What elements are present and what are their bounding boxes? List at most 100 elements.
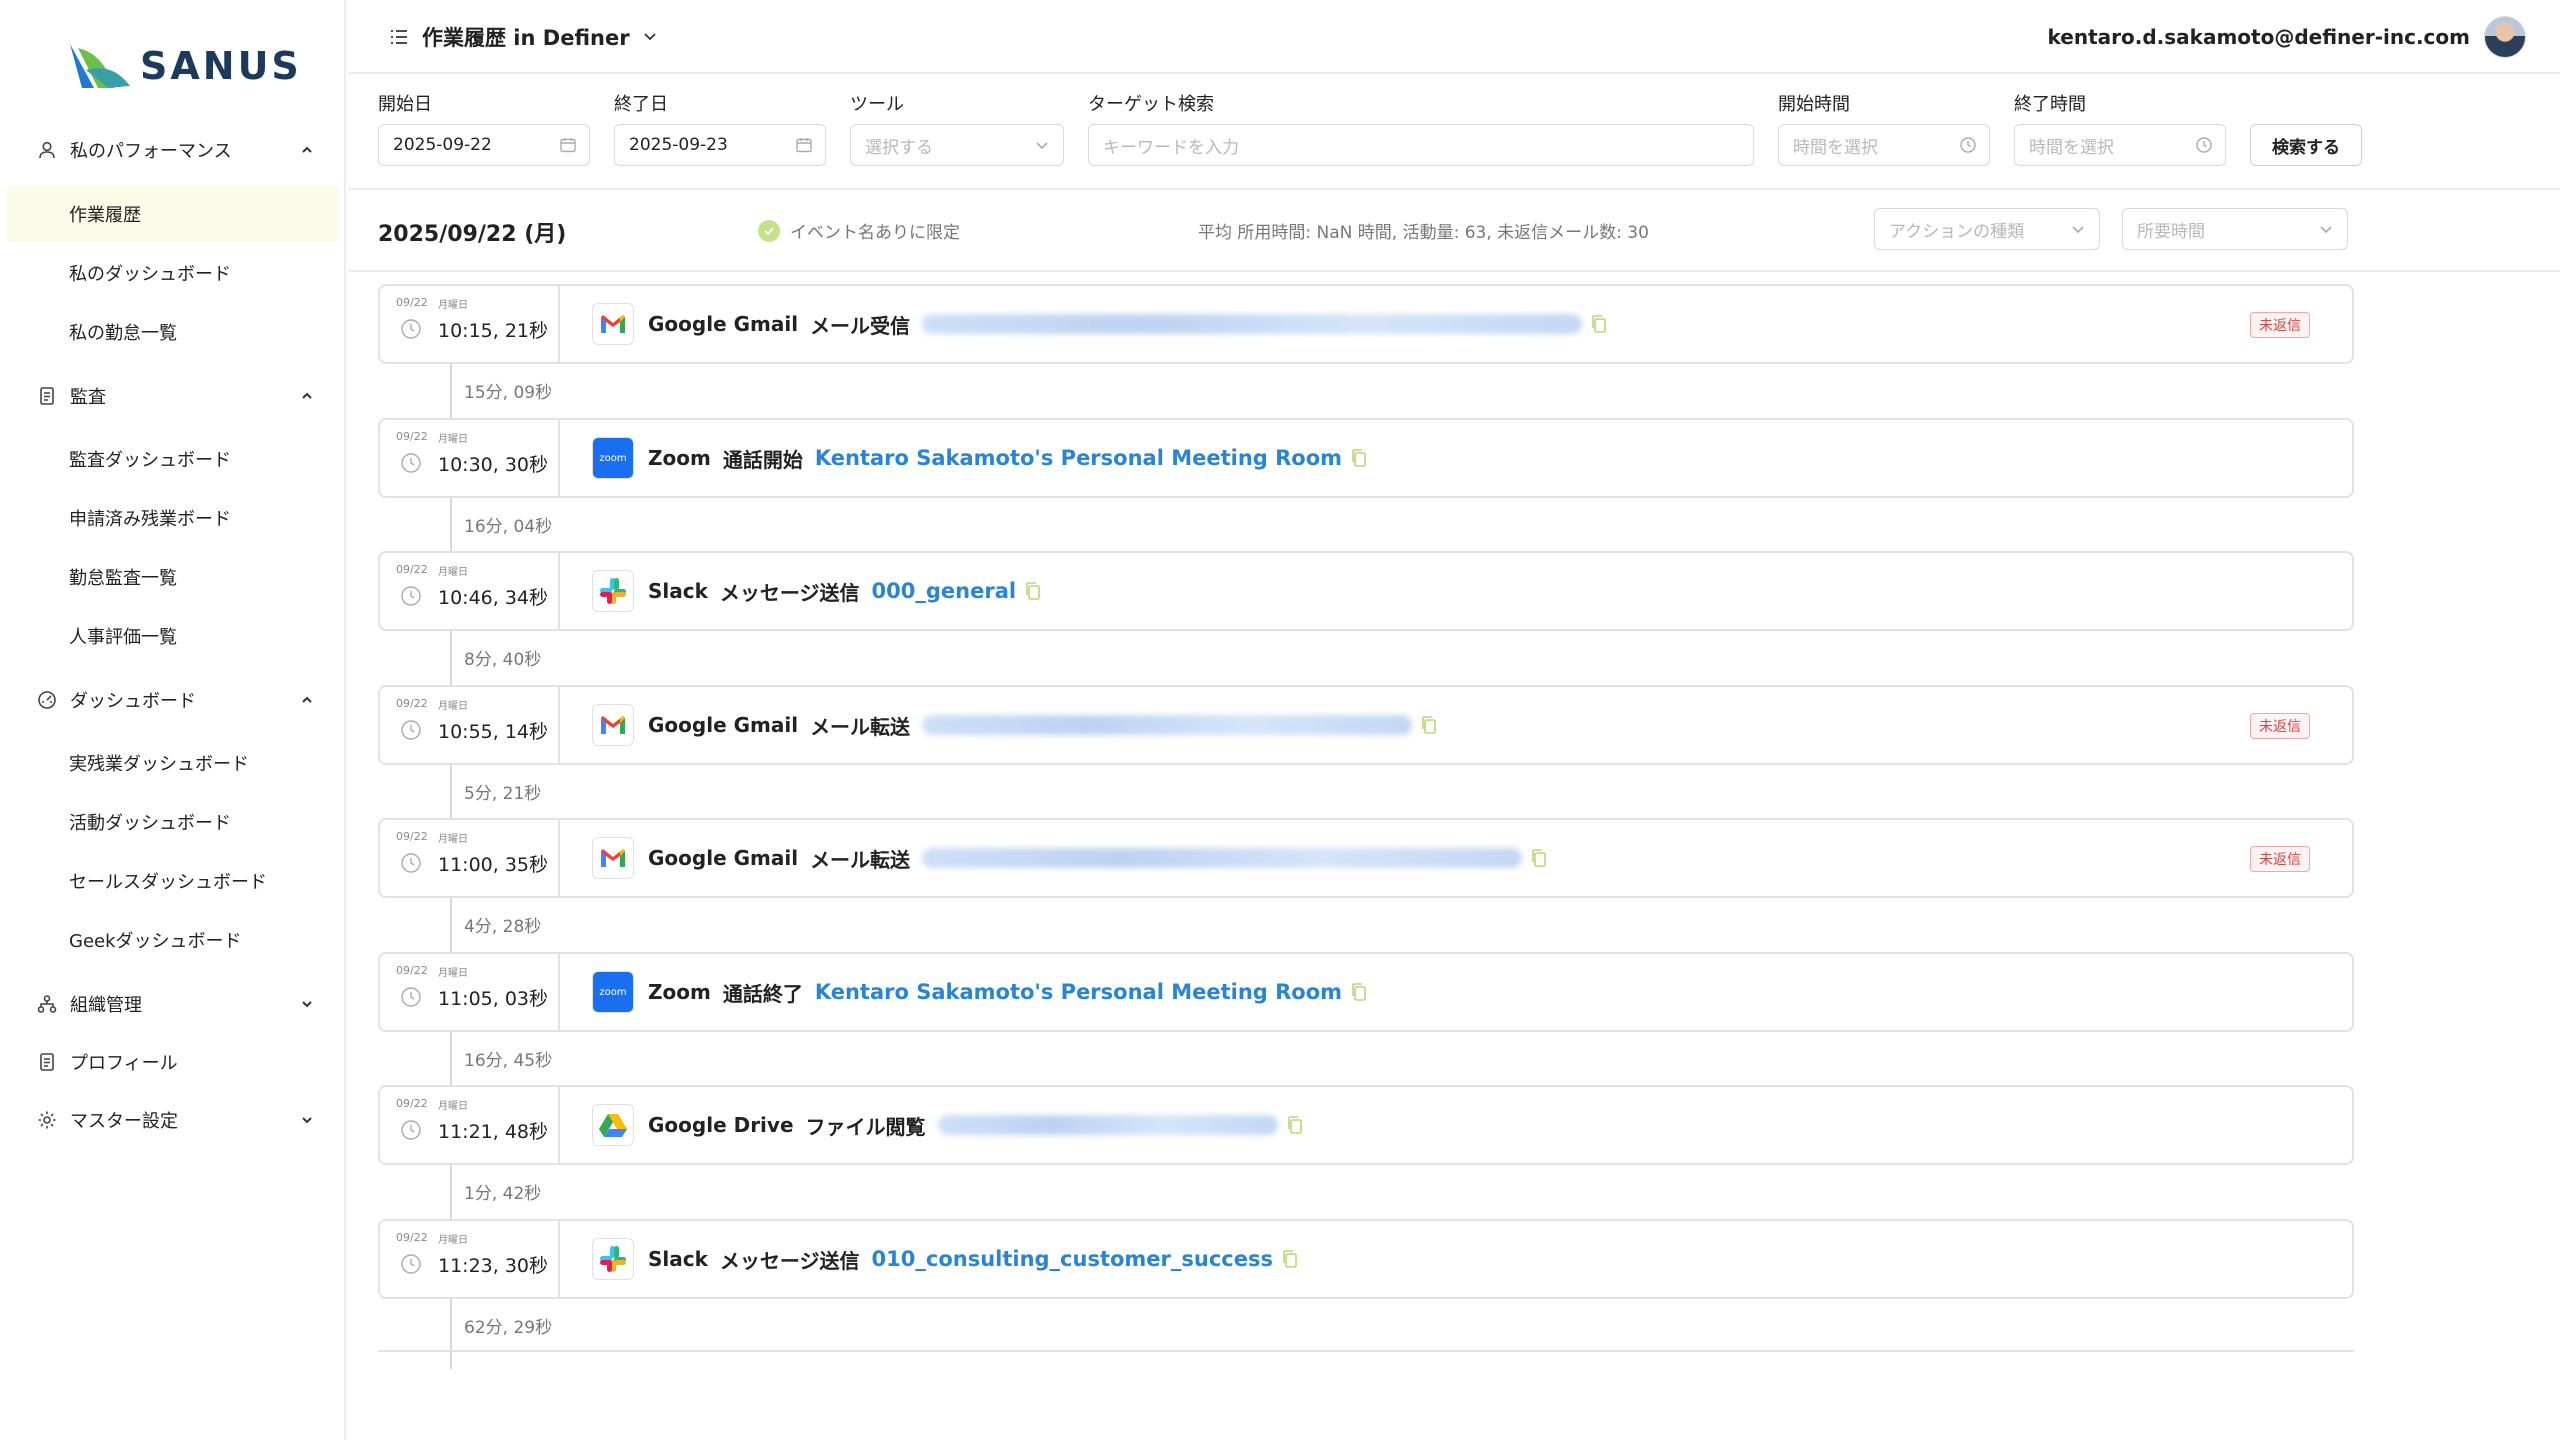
status-badge: 未返信 [2250, 846, 2310, 872]
event-row[interactable]: 09/22 月曜日 11:23, 30秒 Slack メッセージ送信 010_consul… [378, 1219, 2354, 1299]
sidebar-item-activity-dashboard[interactable]: 活動ダッシュボード [6, 794, 340, 850]
copy-icon[interactable] [1590, 314, 1608, 334]
clock-icon [401, 987, 421, 1007]
event-target-redacted[interactable] [922, 848, 1523, 868]
event-time-cell: 09/22 月曜日 10:46, 34秒 [380, 553, 560, 629]
duration-select[interactable]: 所要時間 [2122, 208, 2348, 250]
nav-section-dashboard[interactable]: ダッシュボード [0, 680, 346, 720]
sidebar-item-label: セールスダッシュボード [69, 872, 267, 893]
zoom-icon: zoom [592, 437, 634, 479]
limit-named-events-toggle[interactable]: イベント名ありに限定 [758, 218, 960, 243]
sidebar-item-sales-dashboard[interactable]: セールスダッシュボード [6, 853, 340, 909]
sidebar-item-label: 実残業ダッシュボード [69, 754, 249, 775]
event-row[interactable]: 09/22 月曜日 10:15, 21秒 Google Gmail メール受信 未返信 [378, 284, 2354, 364]
copy-icon[interactable] [1281, 1249, 1299, 1269]
end-time-input[interactable]: 時間を選択 [2014, 124, 2226, 166]
event-target-redacted[interactable] [937, 1115, 1278, 1135]
event-date: 09/22 [396, 430, 428, 443]
target-search-input[interactable]: キーワードを入力 [1088, 124, 1754, 166]
event-row[interactable]: 09/22 月曜日 11:21, 48秒 Google Drive ファイル閲覧 [378, 1085, 2354, 1165]
avatar[interactable] [2484, 16, 2526, 58]
event-time: 11:23, 30秒 [438, 1255, 549, 1277]
workspace-switcher[interactable]: 作業履歴 in Definer [388, 22, 660, 52]
event-row[interactable]: 09/22 月曜日 10:46, 34秒 Slack メッセージ送信 000_genera… [378, 551, 2354, 631]
sidebar-item-attendance-audit[interactable]: 勤怠監査一覧 [6, 549, 340, 605]
top-header: 作業履歴 in Definer kentaro.d.sakamoto@defin… [348, 0, 2560, 74]
event-target-redacted[interactable] [922, 715, 1413, 735]
end-date-input[interactable]: 2025-09-23 [614, 124, 826, 166]
event-target-redacted[interactable] [922, 314, 1583, 334]
chevron-up-icon [302, 392, 312, 399]
start-time-input[interactable]: 時間を選択 [1778, 124, 1990, 166]
copy-icon[interactable] [1420, 715, 1438, 735]
event-action: メール受信 [810, 313, 911, 338]
event-target-link[interactable]: 000_general [872, 579, 1017, 603]
nav-section-label: プロフィール [70, 1053, 178, 1074]
copy-icon[interactable] [1350, 982, 1368, 1002]
event-row[interactable]: 09/22 月曜日 10:55, 14秒 Google Gmail メール転送 未返信 [378, 685, 2354, 765]
sidebar-item-work-history[interactable]: 作業履歴 [6, 186, 340, 242]
event-app-name: Google Gmail [648, 846, 799, 870]
sanus-logo[interactable]: SANUS [68, 38, 302, 94]
action-type-select[interactable]: アクションの種類 [1874, 208, 2100, 250]
sidebar-item-my-attendance[interactable]: 私の勤怠一覧 [6, 304, 340, 360]
event-time: 10:55, 14秒 [438, 721, 549, 743]
event-gap-duration: 1分, 42秒 [464, 1184, 542, 1204]
gmail-icon [592, 704, 634, 746]
sidebar-item-geek-dashboard[interactable]: Geekダッシュボード [6, 912, 340, 968]
event-weekday: 月曜日 [438, 434, 468, 445]
event-body: Google Gmail メール転送 [592, 704, 1438, 746]
copy-icon[interactable] [1530, 848, 1548, 868]
chevron-down-icon [302, 1117, 312, 1124]
nav-section-master-settings[interactable]: マスター設定 [0, 1100, 346, 1140]
clock-icon [401, 453, 421, 473]
calendar-icon [796, 138, 812, 153]
sidebar-item-hr-evaluation[interactable]: 人事評価一覧 [6, 608, 340, 664]
search-button[interactable]: 検索する [2250, 124, 2362, 166]
nav-section-profile[interactable]: プロフィール [0, 1042, 346, 1082]
event-row[interactable]: 09/22 月曜日 11:00, 35秒 Google Gmail メール転送 未返信 [378, 818, 2354, 898]
event-action: メール転送 [810, 714, 911, 739]
sidebar-item-audit-dashboard[interactable]: 監査ダッシュボード [6, 431, 340, 487]
event-time: 11:21, 48秒 [438, 1121, 549, 1143]
event-gap-duration: 5分, 21秒 [464, 784, 542, 804]
copy-icon[interactable] [1350, 448, 1368, 468]
user-menu[interactable]: kentaro.d.sakamoto@definer-inc.com [2048, 16, 2526, 58]
event-time-cell: 09/22 月曜日 11:21, 48秒 [380, 1087, 560, 1163]
sidebar-item-overtime-dashboard[interactable]: 実残業ダッシュボード [6, 735, 340, 791]
tool-select[interactable]: 選択する [850, 124, 1064, 166]
sidebar-item-label: 勤怠監査一覧 [69, 568, 177, 589]
event-weekday: 月曜日 [438, 701, 468, 712]
event-body: Google Drive ファイル閲覧 [592, 1104, 1304, 1146]
sidebar: SANUS 私のパフォーマンス 作業履歴 私のダッシュボード 私の勤怠一覧 監査… [0, 0, 346, 1440]
event-row[interactable]: 09/22 月曜日 10:30, 30秒 zoom Zoom 通話開始 Kentaro Sa… [378, 418, 2354, 498]
copy-icon[interactable] [1024, 581, 1042, 601]
event-app-name: Google Gmail [648, 312, 799, 336]
nav-section-label: 私のパフォーマンス [70, 141, 232, 162]
slack-icon [592, 1238, 634, 1280]
event-target-link[interactable]: Kentaro Sakamoto's Personal Meeting Room [815, 980, 1342, 1004]
sidebar-item-label: 活動ダッシュボード [69, 813, 231, 834]
duration-placeholder: 所要時間 [2137, 221, 2205, 242]
sidebar-item-overtime-board[interactable]: 申請済み残業ボード [6, 490, 340, 546]
gdrive-icon [592, 1104, 634, 1146]
copy-icon[interactable] [1286, 1115, 1304, 1135]
event-timeline: 09/22 月曜日 10:15, 21秒 Google Gmail メール受信 未返信 15… [378, 284, 2354, 1369]
event-date: 09/22 [396, 1231, 428, 1244]
event-weekday: 月曜日 [438, 1101, 468, 1112]
nav-section-audit[interactable]: 監査 [0, 376, 346, 416]
sidebar-item-label: 人事評価一覧 [69, 627, 177, 648]
event-weekday: 月曜日 [438, 834, 468, 845]
tool-label: ツール [850, 94, 904, 115]
event-target-link[interactable]: Kentaro Sakamoto's Personal Meeting Room [815, 446, 1342, 470]
event-target-link[interactable]: 010_consulting_customer_success [872, 1247, 1273, 1271]
event-gap-duration: 8分, 40秒 [464, 650, 542, 670]
sidebar-item-my-dashboard[interactable]: 私のダッシュボード [6, 245, 340, 301]
event-row[interactable]: 09/22 月曜日 11:05, 03秒 zoom Zoom 通話終了 Kentaro Sa… [378, 952, 2354, 1032]
action-type-placeholder: アクションの種類 [1889, 221, 2025, 242]
nav-section-my-performance[interactable]: 私のパフォーマンス [0, 130, 346, 170]
user-email: kentaro.d.sakamoto@definer-inc.com [2047, 25, 2470, 49]
start-date-input[interactable]: 2025-09-22 [378, 124, 590, 166]
nav-section-org-management[interactable]: 組織管理 [0, 984, 346, 1024]
event-body: Slack メッセージ送信 000_general [592, 570, 1042, 612]
